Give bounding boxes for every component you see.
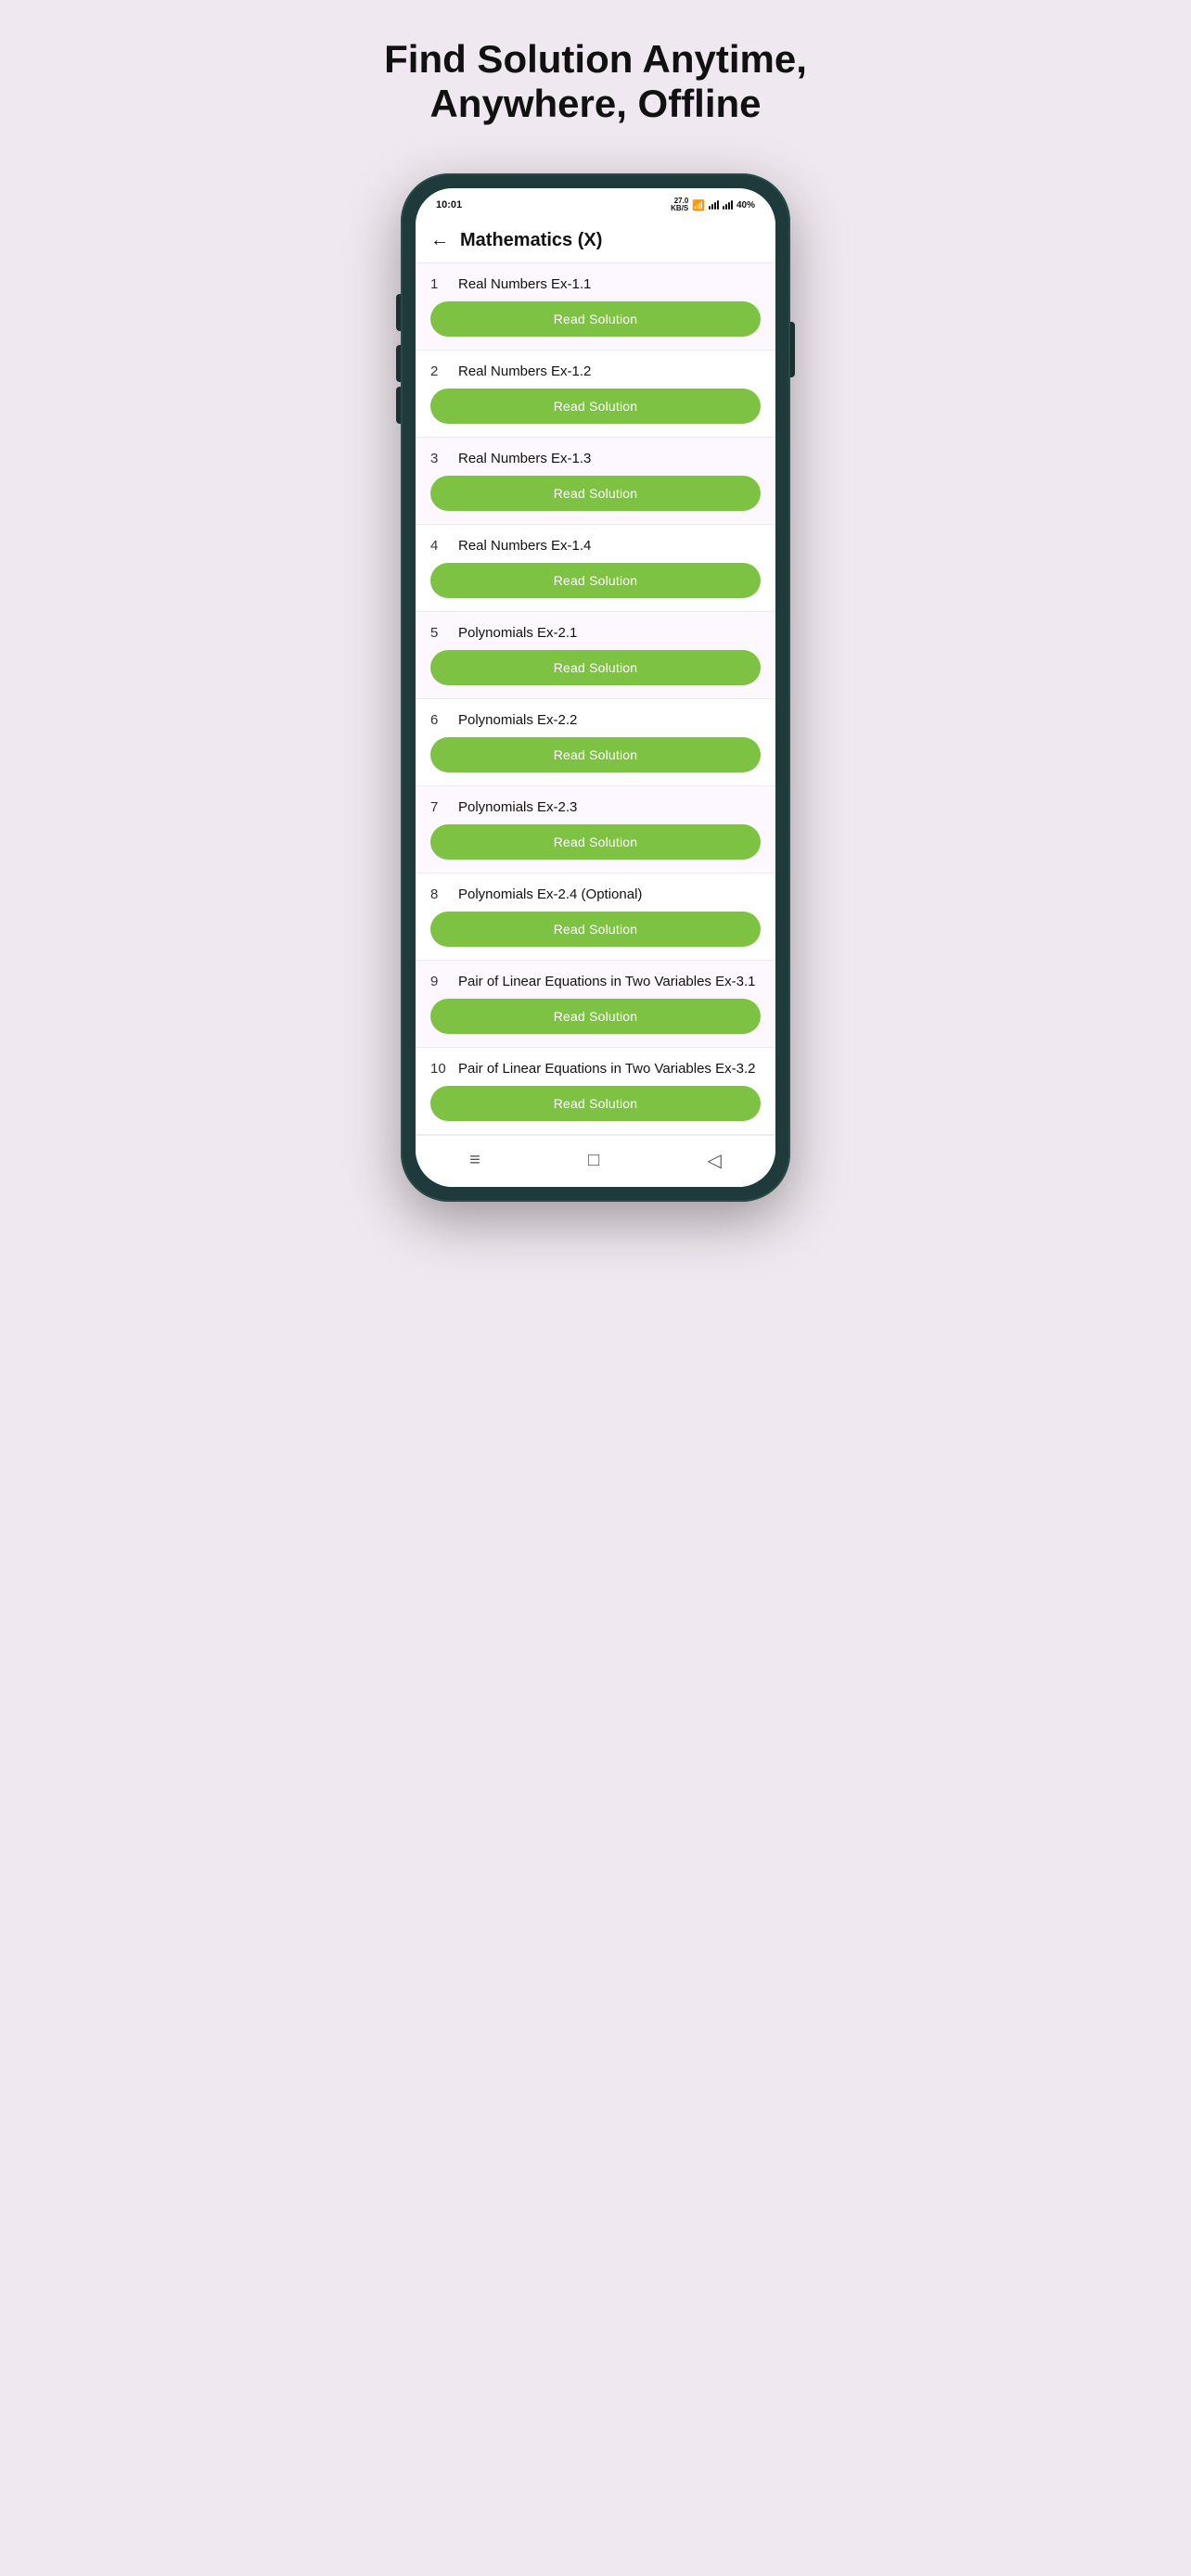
list-item: 1 Real Numbers Ex-1.1 Read Solution bbox=[416, 263, 775, 351]
signal-bars-icon-2 bbox=[723, 200, 733, 210]
list-item: 8 Polynomials Ex-2.4 (Optional) Read Solut… bbox=[416, 874, 775, 961]
item-number: 5 bbox=[430, 625, 449, 641]
status-time: 10:01 bbox=[436, 199, 462, 210]
wifi-icon: 📶 bbox=[692, 199, 705, 211]
item-header: 6 Polynomials Ex-2.2 bbox=[430, 712, 761, 728]
item-header: 5 Polynomials Ex-2.1 bbox=[430, 625, 761, 641]
home-icon[interactable]: □ bbox=[588, 1150, 599, 1171]
solution-list: 1 Real Numbers Ex-1.1 Read Solution 2 Real N… bbox=[416, 263, 775, 1135]
read-solution-button[interactable]: Read Solution bbox=[430, 650, 761, 685]
item-header: 1 Real Numbers Ex-1.1 bbox=[430, 276, 761, 292]
read-solution-button[interactable]: Read Solution bbox=[430, 1086, 761, 1121]
item-header: 9 Pair of Linear Equations in Two Variabl… bbox=[430, 974, 761, 989]
item-number: 4 bbox=[430, 538, 449, 554]
read-solution-button[interactable]: Read Solution bbox=[430, 476, 761, 511]
item-name: Polynomials Ex-2.3 bbox=[458, 799, 577, 815]
item-name: Real Numbers Ex-1.4 bbox=[458, 538, 591, 554]
item-number: 3 bbox=[430, 451, 449, 466]
list-item: 2 Real Numbers Ex-1.2 Read Solution bbox=[416, 351, 775, 438]
menu-icon[interactable]: ≡ bbox=[469, 1150, 480, 1171]
item-number: 2 bbox=[430, 363, 449, 379]
read-solution-button[interactable]: Read Solution bbox=[430, 737, 761, 772]
item-number: 1 bbox=[430, 276, 449, 292]
back-nav-icon[interactable]: ◁ bbox=[707, 1149, 721, 1172]
status-right: 27.0KB/S 📶 40% bbox=[671, 198, 755, 214]
status-kbs: 27.0KB/S bbox=[671, 198, 688, 214]
read-solution-button[interactable]: Read Solution bbox=[430, 999, 761, 1034]
item-name: Real Numbers Ex-1.3 bbox=[458, 451, 591, 466]
read-solution-button[interactable]: Read Solution bbox=[430, 824, 761, 860]
item-number: 8 bbox=[430, 886, 449, 902]
item-number: 10 bbox=[430, 1061, 449, 1077]
battery-icon: 40% bbox=[736, 200, 755, 210]
list-item: 10 Pair of Linear Equations in Two Variab… bbox=[416, 1048, 775, 1135]
phone-screen: 10:01 27.0KB/S 📶 40% ← Mathematics (X) 1… bbox=[416, 188, 775, 1188]
item-number: 7 bbox=[430, 799, 449, 815]
read-solution-button[interactable]: Read Solution bbox=[430, 389, 761, 424]
item-name: Pair of Linear Equations in Two Variable… bbox=[458, 1061, 755, 1077]
screen-title: Mathematics (X) bbox=[460, 230, 602, 251]
item-name: Polynomials Ex-2.1 bbox=[458, 625, 577, 641]
item-header: 7 Polynomials Ex-2.3 bbox=[430, 799, 761, 815]
signal-bars-icon bbox=[709, 200, 719, 210]
item-name: Polynomials Ex-2.4 (Optional) bbox=[458, 886, 642, 902]
bottom-nav: ≡ □ ◁ bbox=[416, 1135, 775, 1187]
list-item: 4 Real Numbers Ex-1.4 Read Solution bbox=[416, 525, 775, 612]
phone-shell: 10:01 27.0KB/S 📶 40% ← Mathematics (X) 1… bbox=[401, 173, 790, 1203]
list-item: 3 Real Numbers Ex-1.3 Read Solution bbox=[416, 438, 775, 525]
header-bar: ← Mathematics (X) bbox=[416, 219, 775, 263]
item-header: 10 Pair of Linear Equations in Two Variab… bbox=[430, 1061, 761, 1077]
item-name: Pair of Linear Equations in Two Variable… bbox=[458, 974, 755, 989]
item-header: 8 Polynomials Ex-2.4 (Optional) bbox=[430, 886, 761, 902]
list-item: 9 Pair of Linear Equations in Two Variabl… bbox=[416, 961, 775, 1048]
list-item: 5 Polynomials Ex-2.1 Read Solution bbox=[416, 612, 775, 699]
list-item: 6 Polynomials Ex-2.2 Read Solution bbox=[416, 699, 775, 786]
read-solution-button[interactable]: Read Solution bbox=[430, 301, 761, 337]
page-title: Find Solution Anytime, Anywhere, Offline bbox=[384, 37, 807, 127]
item-name: Real Numbers Ex-1.2 bbox=[458, 363, 591, 379]
item-header: 3 Real Numbers Ex-1.3 bbox=[430, 451, 761, 466]
item-number: 9 bbox=[430, 974, 449, 989]
item-number: 6 bbox=[430, 712, 449, 728]
item-header: 2 Real Numbers Ex-1.2 bbox=[430, 363, 761, 379]
read-solution-button[interactable]: Read Solution bbox=[430, 912, 761, 947]
status-bar: 10:01 27.0KB/S 📶 40% bbox=[416, 188, 775, 220]
list-item: 7 Polynomials Ex-2.3 Read Solution bbox=[416, 786, 775, 874]
read-solution-button[interactable]: Read Solution bbox=[430, 563, 761, 598]
item-name: Real Numbers Ex-1.1 bbox=[458, 276, 591, 292]
back-button[interactable]: ← bbox=[430, 230, 449, 251]
item-header: 4 Real Numbers Ex-1.4 bbox=[430, 538, 761, 554]
item-name: Polynomials Ex-2.2 bbox=[458, 712, 577, 728]
